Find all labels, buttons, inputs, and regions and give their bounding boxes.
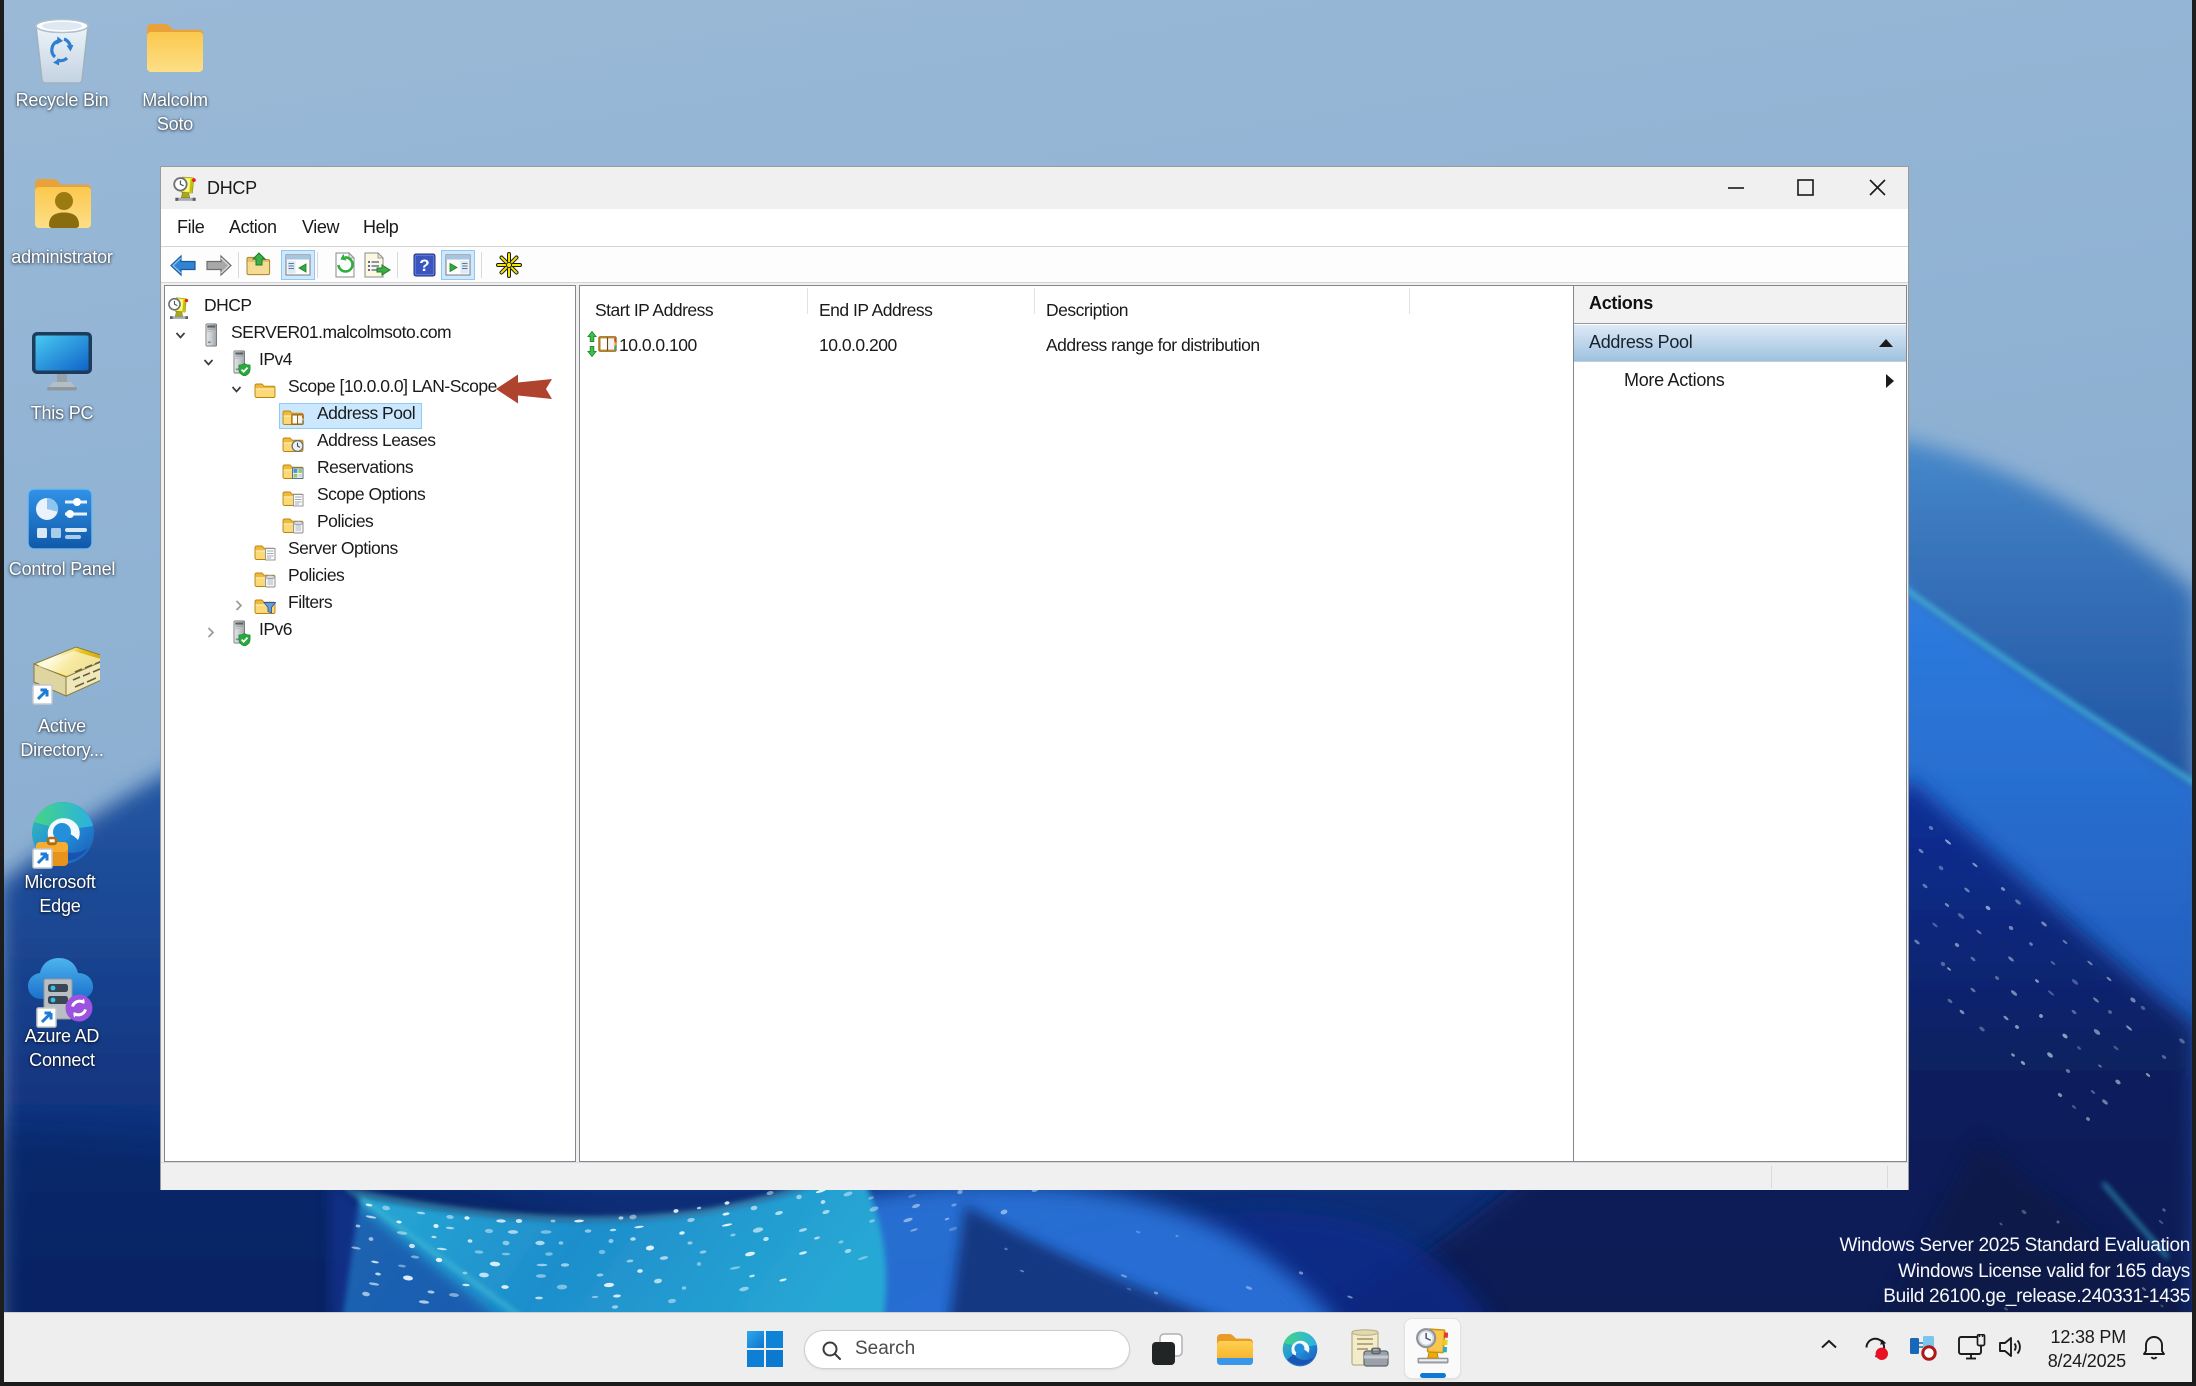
svg-text:?: ? xyxy=(419,256,429,275)
